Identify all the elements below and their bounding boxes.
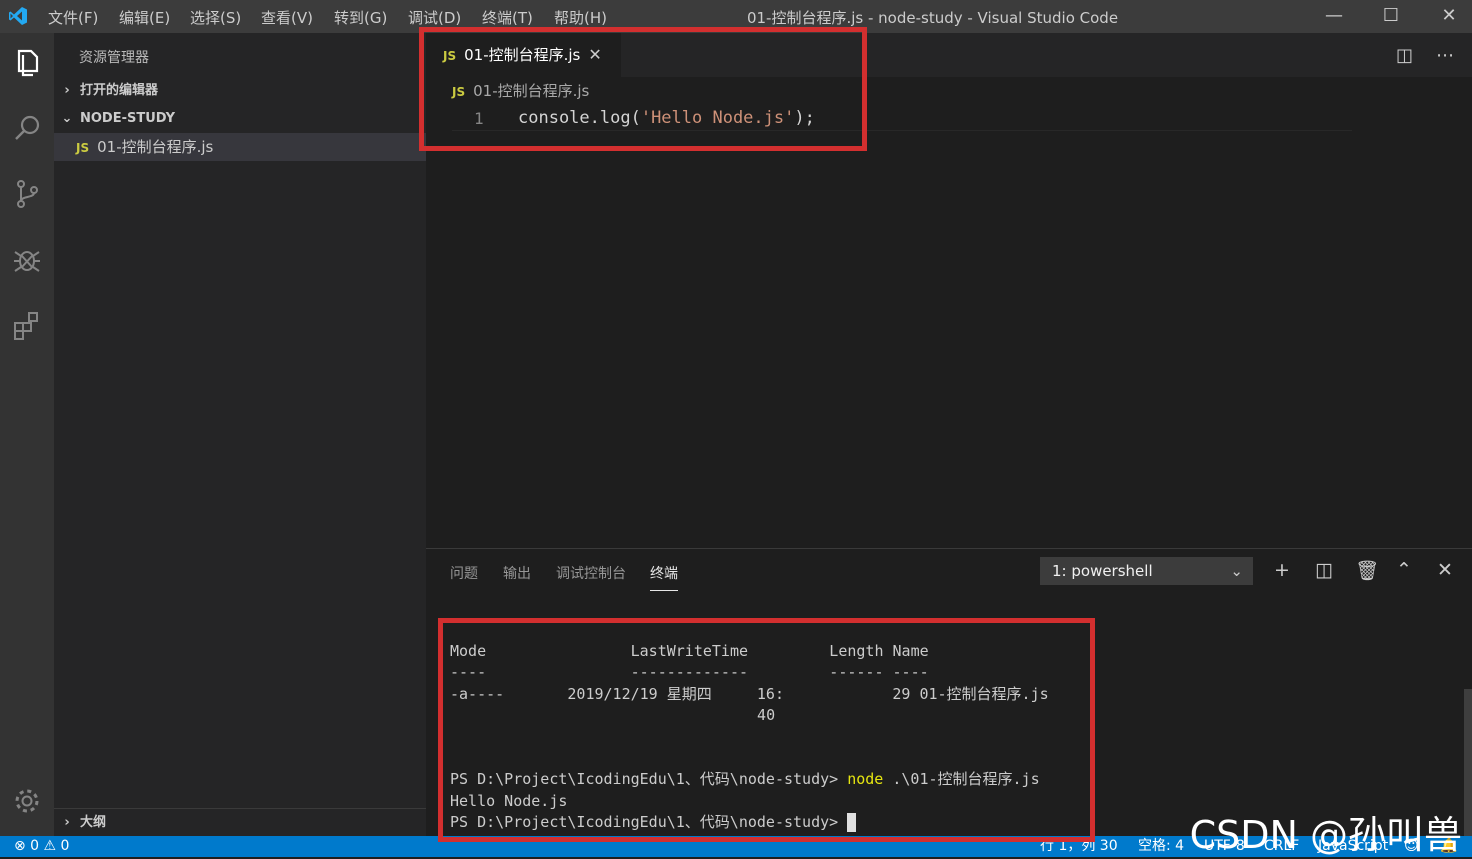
close-window-button[interactable]: ✕ — [1434, 4, 1464, 28]
kill-terminal-icon[interactable]: 🗑 — [1355, 559, 1379, 582]
chevron-down-icon: ⌄ — [61, 111, 73, 126]
more-actions-icon[interactable]: ⋯ — [1436, 45, 1454, 66]
menu-selection[interactable]: 选择(S) — [190, 7, 241, 28]
chevron-down-icon: ⌄ — [1230, 562, 1243, 580]
folder-section[interactable]: ⌄ NODE-STUDY — [54, 105, 426, 133]
split-terminal-icon[interactable]: ◫ — [1315, 559, 1333, 581]
chevron-right-icon: › — [64, 83, 70, 98]
folder-label: NODE-STUDY — [80, 111, 176, 126]
open-editors-section[interactable]: › 打开的编辑器 — [54, 77, 426, 105]
file-tree-item-label: 01-控制台程序.js — [97, 138, 214, 156]
menu-file[interactable]: 文件(F) — [48, 7, 98, 28]
close-panel-icon[interactable]: ✕ — [1437, 559, 1453, 581]
debug-icon[interactable] — [7, 240, 47, 280]
menu-help[interactable]: 帮助(H) — [554, 7, 607, 28]
extensions-icon[interactable] — [7, 305, 47, 345]
chevron-right-icon: › — [64, 815, 70, 830]
indentation-status[interactable]: 空格: 4 — [1138, 836, 1184, 857]
js-file-icon: JS — [76, 141, 90, 155]
explorer-icon[interactable] — [7, 43, 47, 83]
menu-view[interactable]: 查看(V) — [261, 7, 313, 28]
tab-problems[interactable]: 问题 — [450, 563, 478, 583]
terminal-select[interactable]: 1: powershell ⌄ — [1040, 557, 1253, 585]
problems-status[interactable]: ⊗ 0 ⚠ 0 — [14, 836, 69, 857]
explorer-sidebar: 资源管理器 › 打开的编辑器 ⌄ NODE-STUDY JS 01-控制台程序.js … — [54, 33, 426, 836]
maximize-panel-icon[interactable]: ⌃ — [1396, 559, 1412, 581]
menu-debug[interactable]: 调试(D) — [408, 7, 461, 28]
outline-label: 大纲 — [80, 815, 107, 830]
file-tree-item[interactable]: JS 01-控制台程序.js — [54, 133, 426, 161]
sidebar-title: 资源管理器 — [79, 50, 149, 66]
source-control-icon[interactable] — [7, 174, 47, 214]
terminal-select-value: 1: powershell — [1052, 562, 1153, 580]
watermark: CSDN @孙叫兽 — [1189, 813, 1462, 857]
highlight-box-editor — [419, 27, 867, 151]
window-title: 01-控制台程序.js - node-study - Visual Studio… — [746, 9, 1119, 27]
tab-output[interactable]: 输出 — [503, 563, 531, 583]
split-editor-icon[interactable]: ◫ — [1396, 45, 1413, 66]
tab-terminal[interactable]: 终端 — [650, 563, 678, 591]
search-icon[interactable] — [7, 108, 47, 148]
tab-debug-console[interactable]: 调试控制台 — [556, 563, 626, 583]
menu-edit[interactable]: 编辑(E) — [119, 7, 170, 28]
outline-section[interactable]: › 大纲 — [54, 808, 426, 837]
new-terminal-icon[interactable]: + — [1274, 559, 1290, 581]
open-editors-label: 打开的编辑器 — [80, 83, 159, 98]
activity-bar — [0, 33, 54, 836]
menu-go[interactable]: 转到(G) — [334, 7, 387, 28]
maximize-button[interactable]: ☐ — [1376, 4, 1406, 28]
vscode-logo-icon — [9, 7, 27, 25]
menu-terminal[interactable]: 终端(T) — [482, 7, 533, 28]
highlight-box-terminal — [438, 618, 1095, 842]
minimize-button[interactable]: — — [1319, 4, 1349, 28]
panel-scrollbar[interactable] — [1464, 689, 1472, 837]
settings-gear-icon[interactable] — [7, 781, 47, 821]
